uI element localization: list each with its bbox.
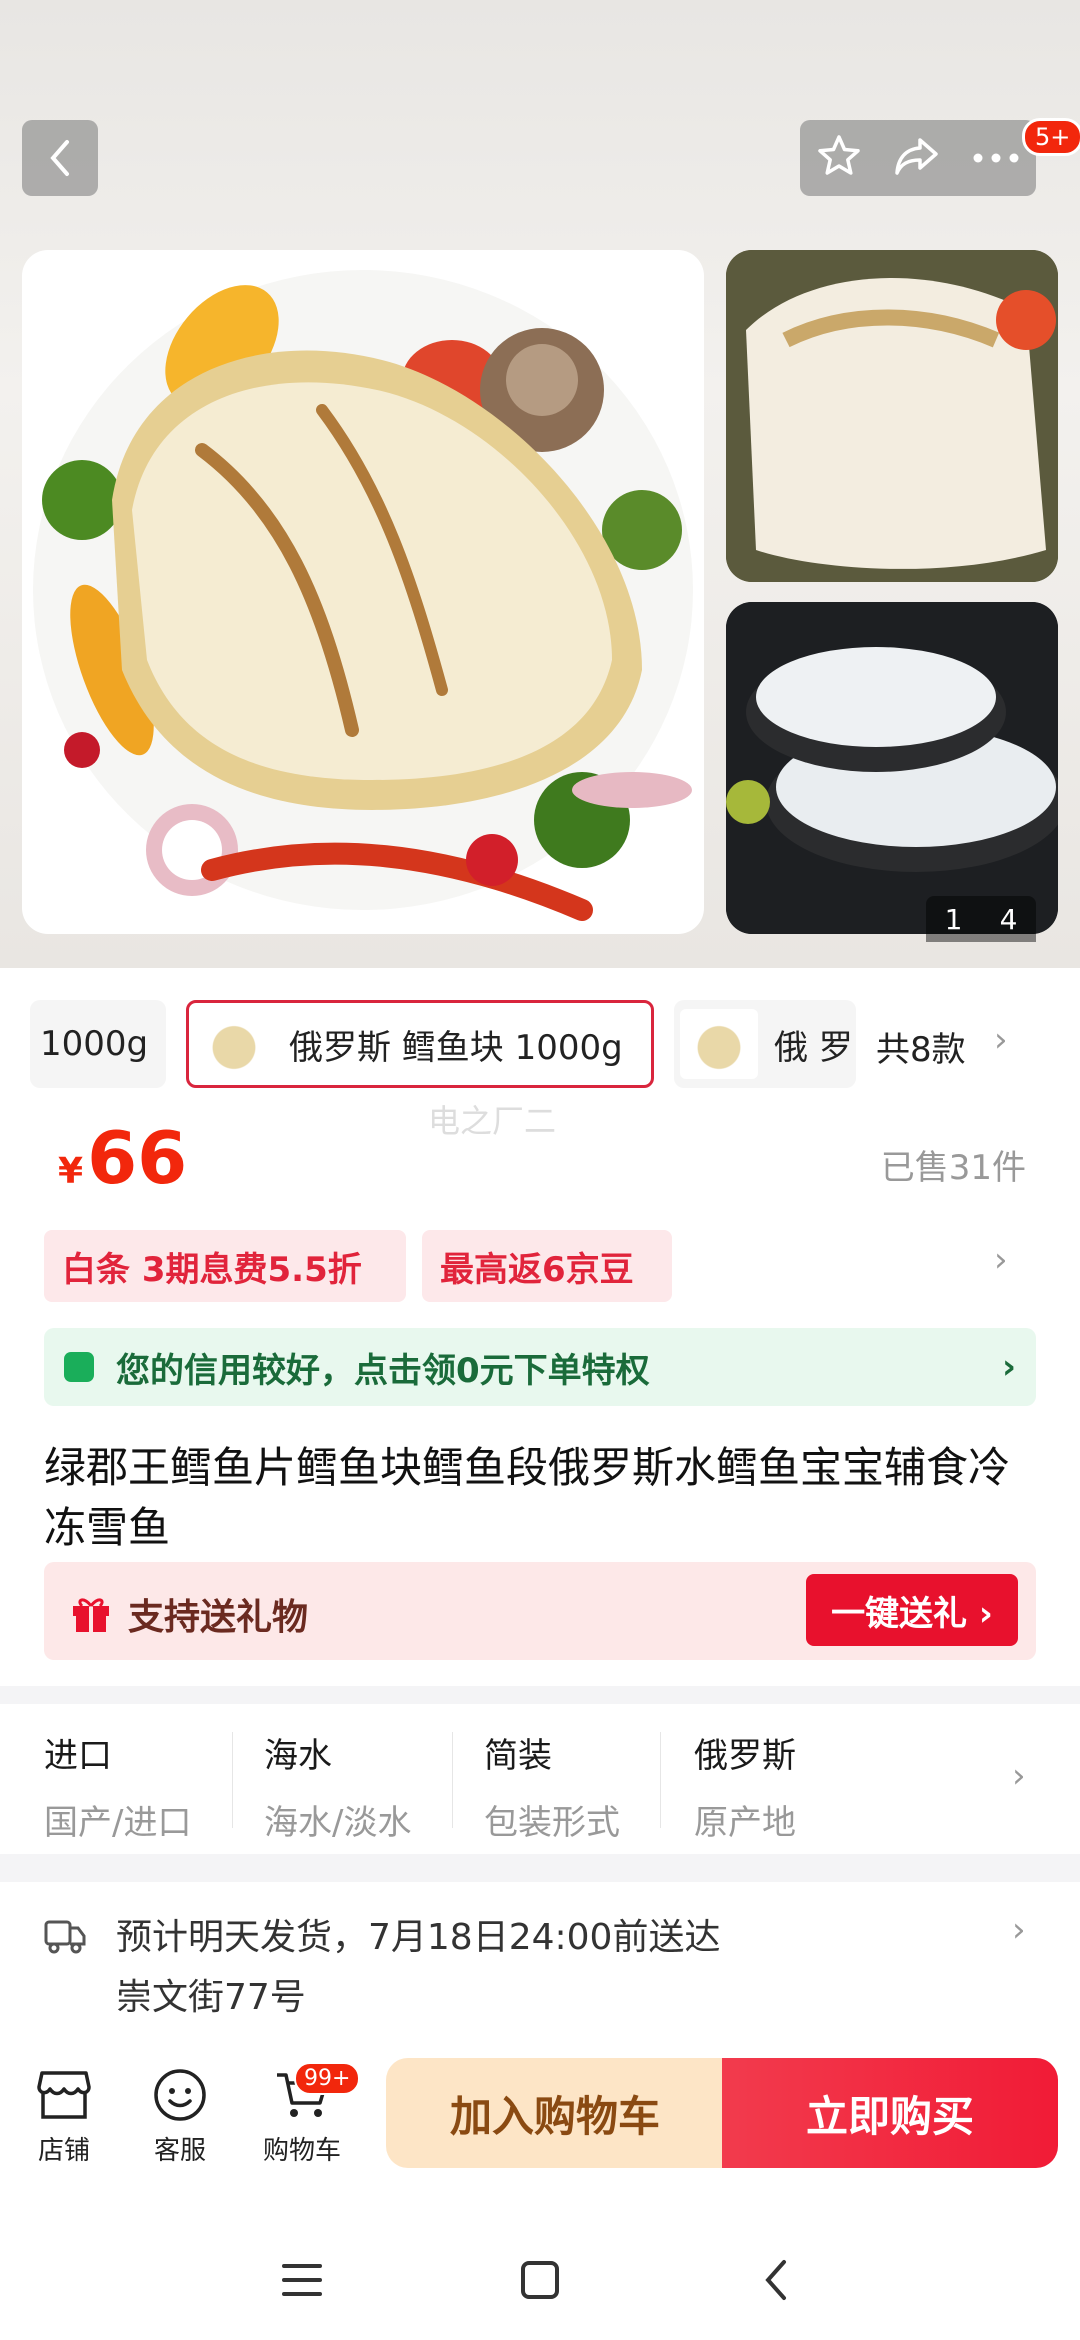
promo-label: 最高返6京豆	[440, 1249, 634, 1290]
buy-now-button[interactable]: 立即购买	[722, 2058, 1058, 2168]
variant-option[interactable]: 俄 罗	[674, 1000, 856, 1088]
attribute-origin-type: 进口 国产/进口	[44, 1728, 191, 1844]
attribute-key: 包装形式	[484, 1803, 620, 1843]
product-thumbnail[interactable]	[726, 602, 1058, 934]
variant-count[interactable]: 共8款	[876, 1022, 966, 1071]
gift-label: 支持送礼物	[128, 1597, 309, 1638]
chevron-right-icon[interactable]: ›	[994, 1020, 1008, 1060]
chevron-right-icon: ›	[1001, 1347, 1016, 1387]
attribute-packaging: 简装 包装形式	[484, 1728, 620, 1844]
divider	[660, 1732, 661, 1828]
credit-banner[interactable]: 您的信用较好，点击领0元下单特权 ›	[44, 1328, 1036, 1406]
store-button[interactable]: 店铺	[14, 2060, 114, 2167]
customer-service-label: 客服	[153, 2136, 206, 2166]
variant-label: 1000g	[40, 1024, 149, 1064]
store-icon	[14, 2060, 114, 2130]
attribute-key: 国产/进口	[44, 1803, 192, 1843]
system-navigation-bar	[0, 2220, 1080, 2340]
variant-option-selected[interactable]: 俄罗斯 鳕鱼块 1000g	[186, 1000, 654, 1088]
store-label: 店铺	[37, 2136, 90, 2166]
watermark-text: 电之厂二	[428, 1102, 557, 1140]
menu-icon	[282, 2264, 322, 2296]
notification-badge: 5+	[1022, 118, 1080, 156]
shopping-bag-icon	[64, 1352, 94, 1382]
add-to-cart-button[interactable]: 加入购物车	[386, 2058, 724, 2168]
attribute-water-type: 海水 海水/淡水	[264, 1728, 411, 1844]
currency-symbol: ¥	[58, 1151, 84, 1192]
promo-label: 白条 3期息费5.5折	[62, 1249, 362, 1290]
variant-label: 俄罗斯 鳕鱼块 1000g	[289, 1027, 623, 1068]
attribute-value: 俄罗斯	[694, 1736, 796, 1776]
divider	[232, 1732, 233, 1828]
product-info-card: 1000g 俄罗斯 鳕鱼块 1000g 俄 罗 共8款 › ¥ 66 电之厂二 …	[0, 968, 1080, 1686]
favorite-star-icon[interactable]	[815, 132, 863, 184]
chevron-left-icon	[50, 140, 69, 176]
delivery-info[interactable]: 预计明天发货，7月18日24:00前送达 崇文街77号 ›	[0, 1882, 1080, 2062]
variant-label: 俄 罗	[774, 1027, 853, 1068]
product-gallery[interactable]: 5+ 1 4	[0, 0, 1080, 968]
attribute-value: 海水	[264, 1736, 332, 1776]
sold-count: 已售31件	[880, 1148, 1026, 1188]
cart-label: 购物车	[262, 2136, 341, 2166]
delivery-address: 崇文街77号	[116, 1977, 306, 2018]
price: ¥ 66	[58, 1116, 187, 1200]
gift-icon	[70, 1592, 112, 1638]
home-square-icon	[521, 2261, 559, 2299]
credit-text: 您的信用较好，点击领0元下单特权	[116, 1350, 650, 1391]
back-button[interactable]	[22, 120, 98, 196]
product-attributes[interactable]: 进口 国产/进口 海水 海水/淡水 简装 包装形式 俄罗斯 原产地 ›	[0, 1704, 1080, 1854]
bottom-action-bar: 店铺 客服 购物车 99+ 加入购物车 立即购买	[0, 2040, 1080, 2220]
variant-selector: 1000g 俄罗斯 鳕鱼块 1000g 俄 罗 共8款 ›	[0, 1000, 1080, 1090]
more-icon[interactable]	[971, 149, 1021, 168]
chevron-right-icon[interactable]: ›	[994, 1240, 1008, 1280]
attribute-key: 原产地	[694, 1803, 796, 1843]
attribute-value: 简装	[484, 1736, 552, 1776]
share-icon[interactable]	[892, 134, 942, 182]
attribute-value: 进口	[44, 1736, 112, 1776]
attribute-origin-place: 俄罗斯 原产地	[694, 1728, 796, 1844]
variant-option[interactable]: 1000g	[30, 1000, 166, 1088]
system-back-button[interactable]	[736, 2248, 816, 2312]
variant-thumbnail	[195, 1009, 273, 1079]
back-arrow-icon	[765, 2260, 786, 2300]
main-product-image[interactable]	[22, 250, 704, 934]
truck-icon	[44, 1916, 86, 1960]
product-thumbnail[interactable]	[726, 250, 1058, 582]
image-counter: 1 4	[926, 896, 1036, 942]
chevron-right-icon: ›	[1012, 1910, 1026, 1950]
divider	[452, 1732, 453, 1828]
header-actions	[800, 120, 1036, 196]
chevron-right-icon: ›	[1012, 1756, 1026, 1796]
attribute-key: 海水/淡水	[264, 1803, 412, 1843]
product-title: 绿郡王鳕鱼片鳕鱼块鳕鱼段俄罗斯水鳕鱼宝宝辅食冷冻雪鱼	[44, 1443, 1011, 1552]
customer-service-icon	[130, 2060, 230, 2130]
promo-jingdou[interactable]: 最高返6京豆	[422, 1230, 672, 1302]
gift-banner: 支持送礼物 一键送礼 ›	[44, 1562, 1036, 1660]
image-counter-total: 4	[999, 902, 1018, 936]
delivery-estimate: 预计明天发货，7月18日24:00前送达	[116, 1917, 721, 1958]
customer-service-button[interactable]: 客服	[130, 2060, 230, 2167]
cart-count-badge: 99+	[294, 2062, 361, 2095]
promo-baitiao[interactable]: 白条 3期息费5.5折	[44, 1230, 406, 1302]
variant-thumbnail	[680, 1009, 758, 1079]
send-gift-button[interactable]: 一键送礼 ›	[806, 1574, 1018, 1646]
price-amount: 66	[87, 1116, 188, 1200]
home-button[interactable]	[500, 2248, 580, 2312]
recent-apps-button[interactable]	[262, 2248, 342, 2312]
image-counter-current: 1	[944, 902, 963, 936]
